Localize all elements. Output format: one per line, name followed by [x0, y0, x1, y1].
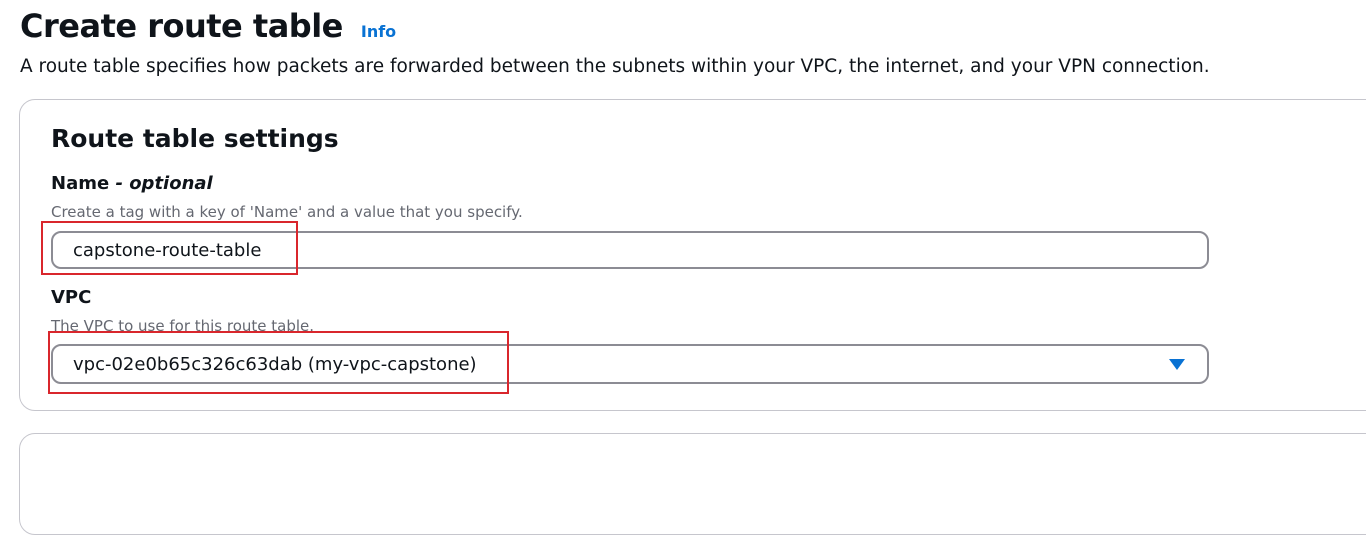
vpc-selected-value: vpc-02e0b65c326c63dab (my-vpc-capstone)	[73, 353, 477, 375]
route-table-settings-container: Route table settings Name - optional Cre…	[19, 99, 1366, 411]
page-title: Create route table	[20, 7, 343, 45]
name-field-label: Name - optional	[51, 172, 213, 196]
info-link[interactable]: Info	[361, 22, 396, 41]
vpc-field-description: The VPC to use for this route table.	[51, 317, 315, 335]
name-input[interactable]	[51, 231, 1209, 269]
optional-label: - optional	[109, 173, 213, 194]
vpc-field-label: VPC	[51, 287, 92, 308]
caret-down-icon[interactable]	[1169, 359, 1185, 370]
next-section-container	[19, 433, 1366, 535]
name-label-text: Name	[51, 173, 110, 194]
page-description: A route table specifies how packets are …	[20, 56, 1210, 77]
title-row: Create route table Info	[20, 4, 396, 48]
vpc-select[interactable]: vpc-02e0b65c326c63dab (my-vpc-capstone)	[51, 344, 1209, 384]
section-title: Route table settings	[51, 124, 339, 153]
name-field-description: Create a tag with a key of 'Name' and a …	[51, 203, 523, 221]
